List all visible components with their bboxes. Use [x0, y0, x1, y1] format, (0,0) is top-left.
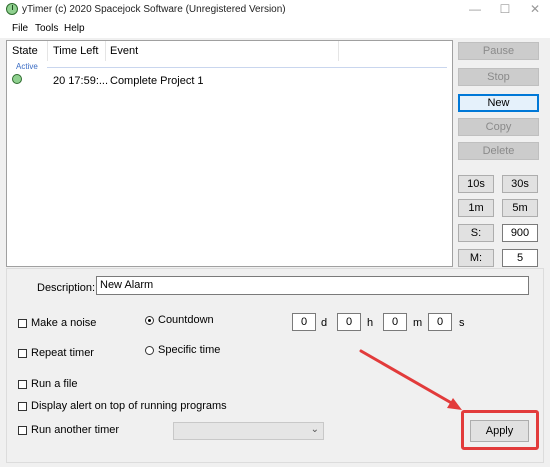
repeat-timer-checkbox[interactable] — [18, 349, 27, 358]
seconds-field[interactable]: 900 — [502, 224, 538, 242]
description-label: Description: — [37, 282, 96, 294]
column-divider[interactable] — [47, 41, 48, 61]
run-another-timer-label[interactable]: Run another timer — [31, 424, 119, 436]
window-title: yTimer (c) 2020 Spacejock Software (Unre… — [22, 4, 286, 15]
list-header: State Time Left Event — [7, 41, 452, 61]
minimize-button[interactable]: — — [460, 0, 490, 20]
display-alert-checkbox[interactable] — [18, 402, 27, 411]
menu-help[interactable]: Help — [64, 23, 85, 34]
title-bar: yTimer (c) 2020 Spacejock Software (Unre… — [0, 0, 550, 20]
timer-list[interactable]: State Time Left Event Active 20 17:59:..… — [6, 40, 453, 267]
days-unit-label: d — [321, 317, 328, 329]
group-label-active: Active — [16, 62, 38, 71]
group-divider — [47, 67, 447, 68]
row-event: Complete Project 1 — [110, 75, 204, 87]
repeat-timer-label[interactable]: Repeat timer — [31, 347, 94, 359]
stop-button[interactable]: Stop — [458, 68, 539, 86]
copy-button[interactable]: Copy — [458, 118, 539, 136]
run-file-label[interactable]: Run a file — [31, 378, 77, 390]
seconds-duration-field[interactable]: 0 — [428, 313, 452, 331]
timer-select-dropdown[interactable]: ⌄ — [173, 422, 324, 440]
minutes-field[interactable]: 5 — [502, 249, 538, 267]
countdown-label[interactable]: Countdown — [158, 314, 214, 326]
column-divider[interactable] — [105, 41, 106, 61]
seconds-button[interactable]: S: — [458, 224, 494, 242]
add-5m-button[interactable]: 5m — [502, 199, 538, 217]
hours-unit-label: h — [367, 317, 374, 329]
add-30s-button[interactable]: 30s — [502, 175, 538, 193]
hours-field[interactable]: 0 — [337, 313, 361, 331]
minutes-duration-field[interactable]: 0 — [383, 313, 407, 331]
pause-button[interactable]: Pause — [458, 42, 539, 60]
add-1m-button[interactable]: 1m — [458, 199, 494, 217]
minutes-button[interactable]: M: — [458, 249, 494, 267]
days-field[interactable]: 0 — [292, 313, 316, 331]
clock-icon — [6, 3, 18, 15]
column-divider[interactable] — [338, 41, 339, 61]
active-timer-icon — [12, 74, 22, 84]
minutes-unit-label: m — [413, 317, 423, 329]
maximize-button[interactable]: ☐ — [490, 0, 520, 20]
column-event[interactable]: Event — [110, 45, 138, 57]
new-button[interactable]: New — [458, 94, 539, 112]
column-state[interactable]: State — [12, 45, 38, 57]
run-another-timer-checkbox[interactable] — [18, 426, 27, 435]
make-noise-checkbox[interactable] — [18, 319, 27, 328]
make-noise-label[interactable]: Make a noise — [31, 317, 96, 329]
menu-tools[interactable]: Tools — [35, 23, 58, 34]
column-time-left[interactable]: Time Left — [53, 45, 98, 57]
menu-bar: File Tools Help — [0, 20, 550, 38]
countdown-radio[interactable] — [145, 316, 154, 325]
chevron-down-icon: ⌄ — [310, 424, 319, 435]
run-file-checkbox[interactable] — [18, 380, 27, 389]
specific-time-label[interactable]: Specific time — [158, 344, 220, 356]
close-button[interactable]: ✕ — [520, 0, 550, 20]
add-10s-button[interactable]: 10s — [458, 175, 494, 193]
menu-file[interactable]: File — [12, 23, 28, 34]
row-time-left: 20 17:59:... — [53, 75, 109, 87]
seconds-unit-label: s — [459, 317, 465, 329]
description-input[interactable]: New Alarm — [96, 276, 529, 295]
delete-button[interactable]: Delete — [458, 142, 539, 160]
specific-time-radio[interactable] — [145, 346, 154, 355]
annotation-highlight-box — [461, 410, 539, 450]
display-alert-label[interactable]: Display alert on top of running programs — [31, 400, 227, 412]
